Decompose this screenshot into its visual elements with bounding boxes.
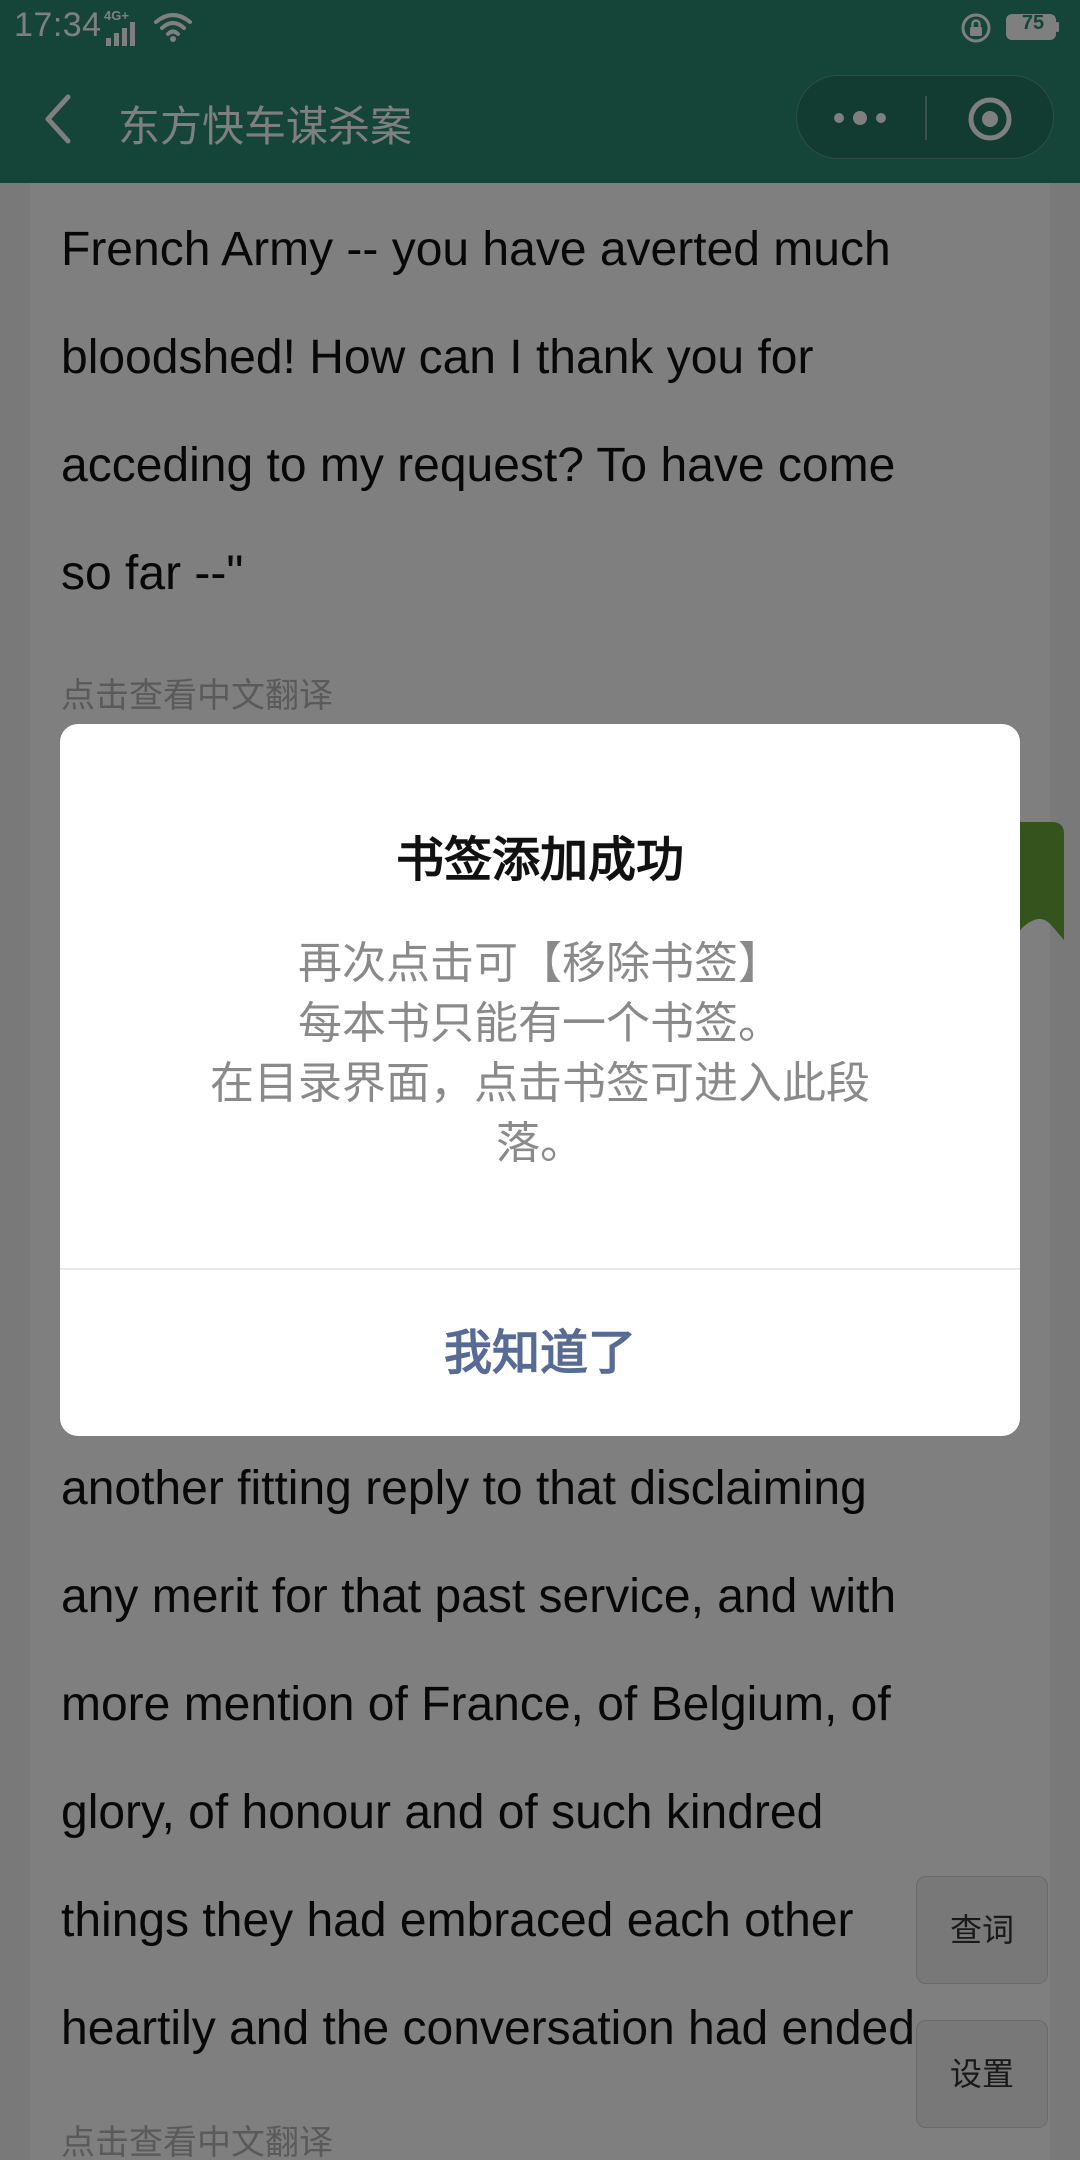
dialog-message-line: 每本书只能有一个书签。 — [298, 998, 782, 1049]
got-it-button[interactable]: 我知道了 — [60, 1270, 1020, 1436]
dialog-message: 再次点击可【移除书签】 每本书只能有一个书签。 在目录界面，点击书签可进入此段 … — [140, 934, 940, 1174]
dialog-message-line: 在目录界面，点击书签可进入此段 — [210, 1058, 870, 1109]
dialog-message-line: 落。 — [496, 1118, 584, 1169]
dialog-message-line: 再次点击可【移除书签】 — [298, 938, 782, 989]
bookmark-success-dialog: 书签添加成功 再次点击可【移除书签】 每本书只能有一个书签。 在目录界面，点击书… — [60, 724, 1020, 1436]
reader-screen: 17:34 4G+ 75 东方快车谋杀案 — [0, 0, 1080, 2160]
dialog-title: 书签添加成功 — [395, 832, 684, 888]
